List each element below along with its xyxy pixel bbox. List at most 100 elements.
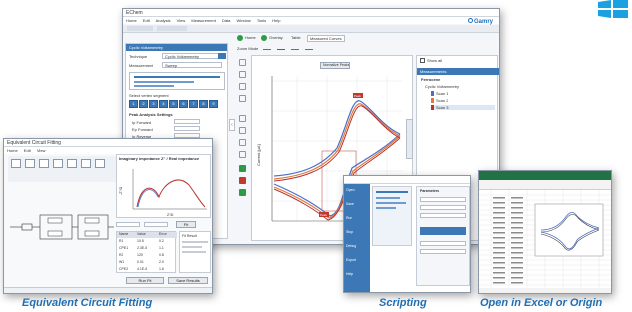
run-fit-button[interactable]: Run Fit	[126, 277, 164, 284]
measurement-tree-item[interactable]: Scan 3	[431, 105, 495, 110]
component-icon[interactable]	[95, 159, 105, 168]
measurement-tree-item[interactable]: Scan 2	[431, 98, 448, 103]
circuit-menu-home[interactable]: Home	[7, 148, 18, 153]
segment-button-8[interactable]: 8	[199, 100, 208, 108]
script-list-item[interactable]: Stop	[346, 230, 353, 234]
param-field[interactable]	[420, 241, 466, 246]
menu-item-measurement[interactable]: Measurement	[191, 18, 215, 23]
param-field[interactable]	[420, 205, 466, 210]
draw-tool-icon[interactable]	[239, 71, 246, 78]
param-select-highlight[interactable]	[420, 227, 466, 235]
component-icon[interactable]	[39, 159, 49, 168]
component-icon[interactable]	[25, 159, 35, 168]
measurement-label: Measurement	[129, 63, 154, 68]
menu-item-window[interactable]: Window	[237, 18, 251, 23]
tab-table[interactable]: Table	[291, 35, 301, 40]
segment-button-9[interactable]: 9	[209, 100, 218, 108]
menu-item-analysis[interactable]: Analysis	[156, 18, 171, 23]
tab-overlay[interactable]: Overlay	[269, 35, 283, 40]
peak-annotation-top: Peak	[354, 94, 361, 98]
tab-measured-curves[interactable]: Measured Curves	[307, 35, 345, 42]
zoom-tool-icon[interactable]	[263, 46, 271, 50]
ribbon-button[interactable]	[127, 26, 153, 31]
tab-home-icon[interactable]	[237, 35, 243, 41]
show-all-checkbox[interactable]	[420, 58, 425, 63]
table-row[interactable]: CPE2 4.1E-6 1.6	[117, 267, 177, 271]
script-list-item[interactable]: Export	[346, 258, 356, 262]
measurement-tree-item[interactable]: Scan 1	[431, 91, 448, 96]
tab-home[interactable]: Home	[245, 35, 256, 40]
bar-tool-icon[interactable]	[239, 165, 246, 172]
excel-window	[478, 170, 612, 294]
segment-button-3[interactable]: 3	[149, 100, 158, 108]
measurement-tree-item[interactable]: Cyclic Voltammetry	[425, 84, 459, 89]
bar-tool-icon[interactable]	[239, 177, 246, 184]
segment-button-6[interactable]: 6	[179, 100, 188, 108]
technique-label: Technique	[129, 54, 148, 59]
markers-tool-icon[interactable]	[305, 46, 313, 50]
script-list-item[interactable]: Run	[346, 216, 352, 220]
script-list-item[interactable]: Debug	[346, 244, 356, 248]
draw-tool-icon[interactable]	[239, 83, 246, 90]
table-row[interactable]: R2 120 0.8	[117, 253, 177, 257]
param-field[interactable]	[420, 197, 466, 202]
bar-tool-icon[interactable]	[239, 189, 246, 196]
main-menu-bar: Home Edit Analysis View Measurement Data…	[123, 17, 499, 24]
collapse-panel-icon[interactable]: ‹	[229, 119, 235, 131]
menu-item-home[interactable]: Home	[126, 18, 137, 23]
component-icon[interactable]	[81, 159, 91, 168]
draw-tool-icon[interactable]	[239, 151, 246, 158]
notes-box[interactable]	[129, 72, 225, 90]
properties-side-tab[interactable]	[406, 119, 413, 159]
circuit-menu-edit[interactable]: Edit	[24, 148, 31, 153]
measurement-tree-item[interactable]: Ferrocene	[421, 77, 440, 82]
technique-dropdown-button[interactable]	[218, 53, 226, 59]
param-field[interactable]	[420, 213, 466, 218]
table-row[interactable]: R1 10.5 0.2	[117, 239, 177, 243]
component-icon[interactable]	[53, 159, 63, 168]
draw-tool-icon[interactable]	[239, 59, 246, 66]
menu-item-data[interactable]: Data	[222, 18, 230, 23]
pan-tool-icon[interactable]	[277, 46, 285, 50]
param-field[interactable]	[420, 249, 466, 254]
peak-annotation-bottom: Peak	[320, 213, 327, 217]
circuit-menu-view[interactable]: View	[37, 148, 46, 153]
script-list-item[interactable]: Open	[346, 188, 355, 192]
fit-result-box: Fit Result	[179, 231, 211, 273]
measurement-field[interactable]: Sweep	[162, 62, 222, 68]
draw-tool-icon[interactable]	[239, 115, 246, 122]
circuit-menu-bar: Home Edit View	[4, 147, 212, 154]
menu-item-view[interactable]: View	[177, 18, 186, 23]
menu-item-help[interactable]: Help	[272, 18, 280, 23]
save-results-button[interactable]: Save Results	[168, 277, 208, 284]
menu-item-tools[interactable]: Tools	[257, 18, 266, 23]
segment-button-1[interactable]: 1	[129, 100, 138, 108]
script-list-item[interactable]: Help	[346, 272, 353, 276]
script-list-item[interactable]: Save	[346, 202, 354, 206]
settings-panel-header: Cyclic Voltammetry	[126, 44, 227, 51]
component-icon[interactable]	[11, 159, 21, 168]
ribbon-button[interactable]	[157, 26, 187, 31]
script-editor[interactable]	[372, 186, 412, 246]
component-icon[interactable]	[67, 159, 77, 168]
fit-button[interactable]: Fit	[176, 221, 196, 228]
draw-tool-icon[interactable]	[239, 127, 246, 134]
table-row[interactable]: CPE1 2.3E-5 1.1	[117, 246, 177, 250]
menu-item-edit[interactable]: Edit	[143, 18, 150, 23]
fit-range-start[interactable]	[116, 222, 140, 227]
draw-tool-icon[interactable]	[239, 95, 246, 102]
table-row[interactable]: W1 0.01 2.0	[117, 260, 177, 264]
segment-button-2[interactable]: 2	[139, 100, 148, 108]
draw-tool-icon[interactable]	[239, 139, 246, 146]
cursor-tool-icon[interactable]	[291, 46, 299, 50]
main-title-bar: EChem	[123, 9, 499, 17]
peak-row-value[interactable]	[174, 119, 200, 124]
segment-button-5[interactable]: 5	[169, 100, 178, 108]
fit-range-end[interactable]	[144, 222, 168, 227]
segment-button-4[interactable]: 4	[159, 100, 168, 108]
technique-select[interactable]: Cyclic Voltammetry	[162, 53, 222, 59]
tab-overlay-icon[interactable]	[261, 35, 267, 41]
nyquist-plot: Imaginary impedance Z'' / Real impedance…	[116, 154, 211, 218]
segment-button-7[interactable]: 7	[189, 100, 198, 108]
peak-row-value[interactable]	[174, 126, 200, 131]
